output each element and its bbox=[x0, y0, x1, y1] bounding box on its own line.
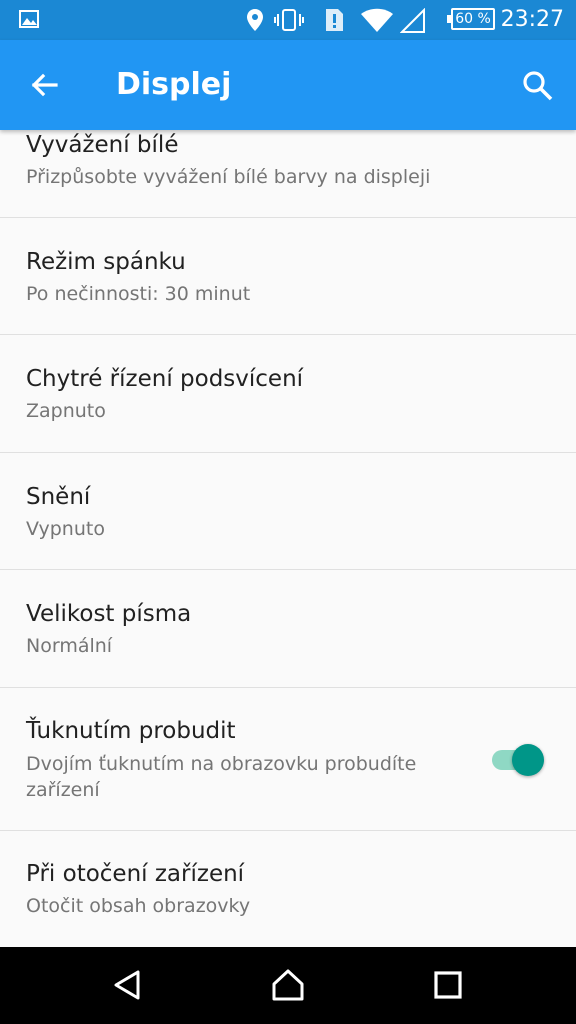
setting-summary: Přizpůsobte vyvážení bílé barvy na displ… bbox=[26, 166, 431, 188]
setting-title: Snění bbox=[26, 484, 91, 510]
setting-summary: Dvojím ťuknutím na obrazovku probudíte z… bbox=[26, 753, 417, 801]
image-icon bbox=[19, 10, 39, 28]
setting-summary: Zapnuto bbox=[26, 400, 106, 422]
app-bar: Displej bbox=[0, 40, 576, 130]
setting-sleep-mode[interactable]: Režim spánku Po nečinnosti: 30 minut bbox=[0, 218, 576, 335]
navigation-bar bbox=[0, 947, 576, 1024]
back-triangle-icon[interactable] bbox=[110, 967, 146, 1003]
wifi-icon bbox=[361, 8, 393, 32]
home-icon[interactable] bbox=[270, 967, 306, 1003]
recents-icon[interactable] bbox=[430, 967, 466, 1003]
location-icon bbox=[247, 9, 263, 31]
setting-smart-backlight[interactable]: Chytré řízení podsvícení Zapnuto bbox=[0, 335, 576, 453]
setting-rotation[interactable]: Při otočení zařízení Otočit obsah obrazo… bbox=[0, 831, 576, 947]
setting-tap-to-wake[interactable]: Ťuknutím probudit Dvojím ťuknutím na obr… bbox=[0, 688, 576, 831]
setting-summary: Vypnuto bbox=[26, 518, 105, 540]
tap-to-wake-toggle[interactable] bbox=[490, 742, 546, 776]
cell-signal-icon bbox=[400, 8, 425, 33]
status-bar: 60 % 23:27 bbox=[0, 0, 576, 40]
battery-indicator: 60 % bbox=[447, 8, 495, 30]
setting-summary: Otočit obsah obrazovky bbox=[26, 895, 251, 917]
setting-title: Režim spánku bbox=[26, 249, 186, 275]
setting-title: Vyvážení bílé bbox=[26, 132, 179, 158]
vibrate-icon bbox=[274, 9, 304, 31]
settings-list: Vyvážení bílé Přizpůsobte vyvážení bílé … bbox=[0, 130, 576, 947]
setting-font-size[interactable]: Velikost písma Normální bbox=[0, 570, 576, 688]
alert-icon bbox=[326, 9, 343, 31]
page-title: Displej bbox=[116, 67, 232, 102]
setting-title: Chytré řízení podsvícení bbox=[26, 366, 304, 392]
setting-title: Ťuknutím probudit bbox=[26, 718, 236, 744]
setting-title: Při otočení zařízení bbox=[26, 861, 245, 887]
setting-white-balance[interactable]: Vyvážení bílé Přizpůsobte vyvážení bílé … bbox=[0, 130, 576, 218]
setting-title: Velikost písma bbox=[26, 601, 192, 627]
setting-summary: Normální bbox=[26, 635, 113, 657]
setting-daydream[interactable]: Snění Vypnuto bbox=[0, 453, 576, 570]
back-arrow-icon[interactable] bbox=[28, 68, 62, 102]
status-clock: 23:27 bbox=[500, 7, 564, 32]
setting-summary: Po nečinnosti: 30 minut bbox=[26, 283, 251, 305]
search-icon[interactable] bbox=[520, 68, 554, 102]
toggle-thumb bbox=[512, 744, 544, 776]
